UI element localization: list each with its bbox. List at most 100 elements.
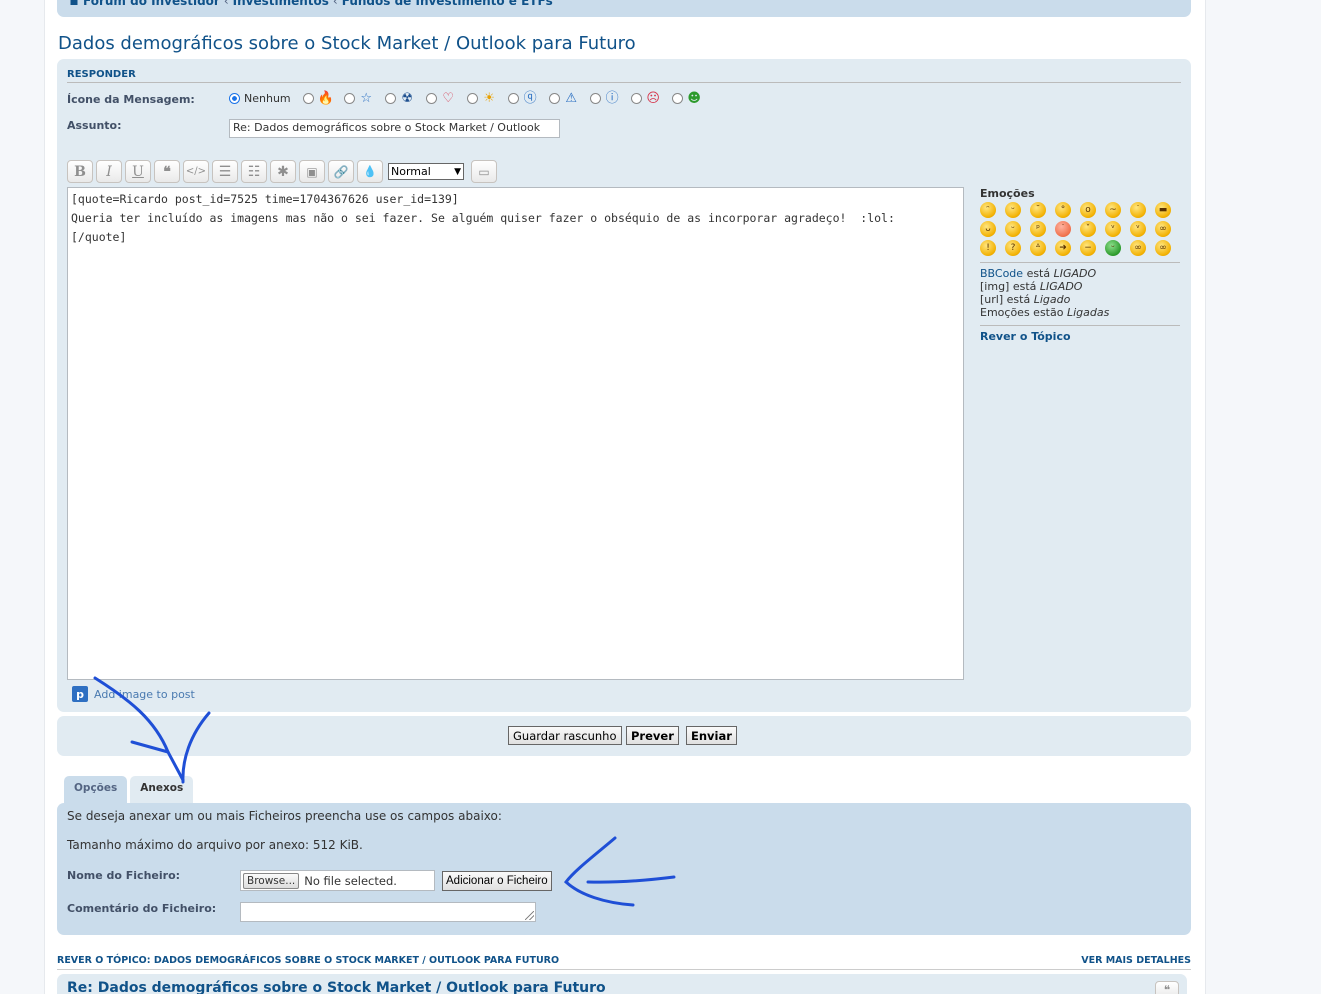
ordered-list-icon: ☷	[247, 163, 261, 180]
quote-post-button[interactable]: ❝	[1155, 981, 1179, 994]
fire-icon: 🔥	[317, 91, 334, 106]
code-icon: </>	[185, 166, 207, 177]
italic-icon: I	[106, 163, 112, 180]
browse-button[interactable]: Browse...	[243, 872, 300, 889]
add-image-link[interactable]: p Add image to post	[72, 686, 195, 702]
icon-radio-heart[interactable]	[425, 93, 437, 104]
smiley-neutral-icon[interactable]: −	[1080, 240, 1096, 256]
link-icon: 🔗	[333, 164, 349, 179]
font-size-value: Normal	[391, 165, 431, 178]
icon-radio-info[interactable]	[589, 93, 601, 104]
sick-icon: ☻	[687, 91, 701, 106]
url-label: [url]	[980, 293, 1004, 306]
review-topic-link[interactable]: Rever o Tópico	[980, 330, 1180, 343]
tab-options[interactable]: Opções	[64, 776, 128, 803]
smiley-eek-icon[interactable]: °	[1055, 202, 1071, 218]
smiley-cool-icon[interactable]: ▬	[1155, 202, 1171, 218]
subject-input[interactable]: Re: Dados demográficos sobre o Stock Mar…	[229, 119, 560, 138]
review-post-title[interactable]: Re: Dados demográficos sobre o Stock Mar…	[67, 980, 606, 994]
monitor-icon: ▭	[478, 164, 490, 179]
italic-button[interactable]: I	[96, 160, 122, 183]
sidebar-divider	[980, 325, 1180, 326]
smiley-idea-icon[interactable]: ᐞ	[1030, 240, 1046, 256]
color-button[interactable]: 💧	[357, 160, 383, 183]
attach-max-size: Tamanho máximo do arquivo por anexo: 512…	[67, 838, 363, 852]
smiley-sick-icon[interactable]: ᵕ	[1105, 240, 1121, 256]
question-icon: ⓠ	[523, 91, 537, 106]
view-more-details-link[interactable]: VER MAIS DETALHES	[1081, 955, 1191, 966]
image-button[interactable]: ▣	[299, 160, 325, 183]
breadcrumb: Fórum do Investidor ‹ Investimentos ‹ Fundos…	[69, 0, 553, 8]
filename-label: Nome do Ficheiro:	[67, 869, 181, 882]
underline-button[interactable]: U	[125, 160, 151, 183]
smiley-exclaim-icon[interactable]: !	[980, 240, 996, 256]
smiley-biggrin-icon[interactable]: ᴗ	[980, 221, 996, 237]
file-input[interactable]: Browse... No file selected.	[240, 870, 435, 891]
smiley-rolleyes-icon[interactable]: ∞	[1155, 221, 1171, 237]
star-icon: ☆	[360, 91, 372, 106]
img-label: [img]	[980, 280, 1010, 293]
breadcrumb-item-forum[interactable]: Fórum do Investidor	[83, 0, 220, 8]
icon-radio-warning[interactable]	[548, 93, 560, 104]
file-comment-textarea[interactable]	[240, 902, 536, 922]
page-title[interactable]: Dados demográficos sobre o Stock Market …	[58, 33, 636, 54]
quote-button[interactable]: ❝	[154, 160, 180, 183]
icon-none-label: Nenhum	[244, 92, 291, 105]
list-item-button[interactable]: ✱	[270, 160, 296, 183]
heart-icon: ♡	[442, 91, 454, 106]
smiley-wink-icon[interactable]: ˘	[1030, 202, 1046, 218]
breadcrumb-item-funds[interactable]: Fundos de Investimento e ETFs	[342, 0, 553, 8]
message-textarea[interactable]: [quote=Ricardo post_id=7525 time=1704367…	[67, 187, 964, 680]
smiley-evil-icon[interactable]: ᵛ	[1105, 221, 1121, 237]
icon-radio-radiation[interactable]	[384, 93, 396, 104]
attach-intro: Se deseja anexar um ou mais Ficheiros pr…	[67, 809, 502, 823]
smiley-cry-icon[interactable]: ˇ	[1080, 221, 1096, 237]
icon-radio-none[interactable]	[229, 93, 240, 104]
smiley-sad-icon[interactable]: ˙	[1130, 202, 1146, 218]
form-heading: RESPONDER	[67, 69, 1181, 83]
bold-button[interactable]: B	[67, 160, 93, 183]
smiley-question-icon[interactable]: ?	[1005, 240, 1021, 256]
font-size-select[interactable]: Normal ▼	[388, 163, 464, 180]
underline-icon: U	[132, 163, 144, 180]
bbcode-state: LIGADO	[1053, 267, 1097, 280]
sidebar-divider	[980, 262, 1180, 263]
review-topic-bar: REVER O TÓPICO: DADOS DEMOGRÁFICOS SOBRE…	[57, 955, 1191, 970]
smiley-twisted-icon[interactable]: ᵛ	[1130, 221, 1146, 237]
smiley-tongue-icon[interactable]: ᵖ	[1030, 221, 1046, 237]
tab-attachments[interactable]: Anexos	[130, 776, 194, 804]
code-button[interactable]: </>	[183, 160, 209, 183]
bbcode-status: BBCode está LIGADO [img] está LIGADO [ur…	[980, 267, 1180, 319]
ordered-list-button[interactable]: ☷	[241, 160, 267, 183]
smiley-arrow-icon[interactable]: ➜	[1055, 240, 1071, 256]
smiley-geek-icon[interactable]: ∞	[1130, 240, 1146, 256]
smiley-grin-icon[interactable]: ᵔ	[980, 202, 996, 218]
smiley-shock-icon[interactable]: o	[1080, 202, 1096, 218]
add-file-button[interactable]: Adicionar o Ficheiro	[442, 871, 552, 891]
smiley-mad-icon[interactable]: ᵕ	[1005, 221, 1021, 237]
icon-radio-star[interactable]	[343, 93, 355, 104]
list-button[interactable]: ☰	[212, 160, 238, 183]
smiley-confused-icon[interactable]: ~	[1105, 202, 1121, 218]
breadcrumb-item-investments[interactable]: Investimentos	[233, 0, 329, 8]
smiley-nerd-icon[interactable]: ∞	[1155, 240, 1171, 256]
icon-radio-sun[interactable]	[466, 93, 478, 104]
bbcode-toolbar: B I U ❝ </> ☰ ☷ ✱ ▣ 🔗 💧 Normal ▼ ▭	[67, 160, 497, 183]
link-button[interactable]: 🔗	[328, 160, 354, 183]
attachments-panel: Se deseja anexar um ou mais Ficheiros pr…	[57, 803, 1191, 935]
message-icon-label: Ícone da Mensagem:	[67, 93, 195, 106]
media-button[interactable]: ▭	[471, 160, 497, 183]
save-draft-button[interactable]: Guardar rascunho	[508, 726, 622, 745]
form-tabs: Opções Anexos	[64, 776, 194, 804]
preview-button[interactable]: Prever	[626, 726, 679, 745]
icon-radio-mad[interactable]	[630, 93, 642, 104]
icon-radio-fire[interactable]	[302, 93, 314, 104]
icon-radio-question[interactable]	[507, 93, 519, 104]
bbcode-link[interactable]: BBCode	[980, 267, 1023, 280]
smiley-redface-icon[interactable]: ˙	[1055, 221, 1071, 237]
smiley-laugh-icon[interactable]: ᵕ	[1005, 202, 1021, 218]
review-topic-heading[interactable]: REVER O TÓPICO: DADOS DEMOGRÁFICOS SOBRE…	[57, 955, 559, 966]
submit-button[interactable]: Enviar	[686, 726, 737, 745]
icon-radio-sick[interactable]	[671, 93, 683, 104]
asterisk-icon: ✱	[277, 163, 289, 180]
